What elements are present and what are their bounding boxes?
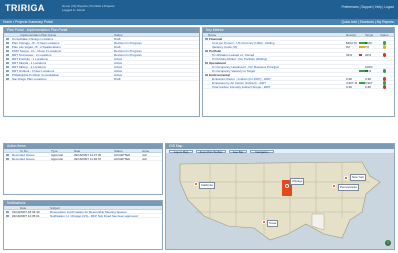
action-issue: null <box>142 157 147 161</box>
breadcrumb-bar: Home • Projects Summary Portal Quick Add… <box>0 19 398 25</box>
status-indicator-icon <box>383 85 387 89</box>
breadcrumb[interactable]: Home • Projects Summary Portal <box>3 20 53 24</box>
map-pin-new-york[interactable] <box>344 176 348 180</box>
notif-table-body: 03/19/2007 18:03:49 Reservation Confirmat… <box>4 210 162 218</box>
app-header: TRIRIGA Home | My Reports | Portfolio | … <box>0 0 398 19</box>
map-label-california: California <box>199 182 215 189</box>
map-layers-button[interactable]: Layers Map <box>169 149 193 154</box>
action-table-body: Recorded Issues Approval 09/16/2007 11:37:… <box>4 153 162 161</box>
plan-name-link[interactable]: San Diego Plan Locations <box>12 77 112 81</box>
row-checkbox[interactable] <box>6 61 9 65</box>
kpi-target: 0.38 <box>365 85 371 89</box>
row-checkbox[interactable] <box>6 214 9 218</box>
plan-panel-title-text: Plan Portal - Implementation Plan Portal <box>7 28 68 32</box>
quick-links[interactable]: Quick Add | Shortcuts | My Reports <box>341 20 394 24</box>
action-status: ACCEPTED <box>114 157 131 161</box>
map-label-texas: Texas <box>267 220 279 227</box>
tririga-logo: TRIRIGA <box>5 3 45 13</box>
map-label-chicago: Chicago <box>290 178 305 185</box>
map-label-pennsylvania: Pennsylvania <box>338 184 359 191</box>
app-root: TRIRIGA Home | My Reports | Portfolio | … <box>0 0 398 253</box>
expand-toggle[interactable] <box>205 73 208 77</box>
table-row: San Diego Plan Locations Draft <box>4 77 199 81</box>
header-line-2: Logged in: Admin <box>62 8 86 12</box>
kpi-progress-bar <box>359 53 362 57</box>
row-checkbox[interactable] <box>6 53 9 57</box>
kpi-name-link[interactable]: Total Carbon Intensity Indirect Scope - … <box>212 85 338 89</box>
row-checkbox[interactable] <box>6 73 9 77</box>
plan-table-body: Consolidate Chicago Locations Draft Plan C… <box>4 37 199 81</box>
notifications-panel: Notifications Date Subject 03/19/2007 18… <box>3 200 163 250</box>
kpi-panel-title-text: Key Metrics <box>206 28 224 32</box>
map-pin-chicago[interactable] <box>285 184 289 188</box>
table-row: 03/19/2007 14:35:01 Notification: H. Chic… <box>4 214 162 218</box>
notif-date: 03/19/2007 14:35:01 <box>12 214 40 218</box>
map-pin-texas[interactable] <box>262 220 266 224</box>
map-pin-california[interactable] <box>194 182 198 186</box>
map-navigation-button[interactable]: Navigation <box>250 149 274 154</box>
action-date: 09/16/2007 11:36:57 <box>74 157 102 161</box>
row-checkbox[interactable] <box>6 65 9 69</box>
action-todo-link[interactable]: Recorded Issues <box>12 157 35 161</box>
table-row: Recorded Issues Approval 09/16/2007 11:36:… <box>4 157 162 161</box>
map-label-new-york: New York <box>350 174 366 181</box>
row-checkbox[interactable] <box>6 77 9 81</box>
row-checkbox[interactable] <box>6 41 9 45</box>
kpi-result: 0.39 <box>346 85 352 89</box>
plan-status-link[interactable]: Draft <box>114 77 194 81</box>
map-canvas[interactable]: California New York Pennsylvania Chicago… <box>166 154 394 249</box>
row-checkbox[interactable] <box>6 210 9 214</box>
notif-panel-title-text: Notifications <box>7 201 26 205</box>
map-panel-title-text: GIS Map <box>169 144 183 148</box>
us-map-graphic <box>166 154 394 249</box>
kpi-table-body: Financial Cost per Person - US Currency (… <box>203 37 394 89</box>
expand-toggle[interactable] <box>205 37 208 41</box>
header-info: Home | My Reports | Portfolio | Projects… <box>62 4 115 12</box>
header-links[interactable]: Preferences | Support | Help | Logout <box>342 5 394 9</box>
row-checkbox[interactable] <box>6 49 9 53</box>
key-metrics-panel: Key Metrics Name Results Target Status F… <box>202 27 395 117</box>
action-type: Approval <box>51 157 63 161</box>
row-checkbox[interactable] <box>6 157 9 161</box>
row-checkbox[interactable] <box>6 45 9 49</box>
row-checkbox[interactable] <box>6 69 9 73</box>
notif-subject-link[interactable]: Notification: H. Chicago (US) - RFP Suit… <box>50 214 162 218</box>
expand-toggle[interactable] <box>205 49 208 53</box>
action-panel-title-text: Action Items <box>7 144 26 148</box>
row-checkbox[interactable] <box>6 153 9 157</box>
gis-map-panel: GIS Map Layers Map Zoom Pan Toolbar Geo … <box>165 143 395 250</box>
map-geobar-button[interactable]: Geo Bar <box>229 149 247 154</box>
plan-portal-panel: Plan Portal - Implementation Plan Portal… <box>3 27 200 117</box>
action-items-panel: Action Items To Do Type Date Status Issu… <box>3 143 163 195</box>
kpi-row: Total Carbon Intensity Indirect Scope - … <box>203 85 394 89</box>
map-zoom-pan-button[interactable]: Zoom Pan Toolbar <box>196 149 226 154</box>
help-icon[interactable]: ? <box>385 240 391 246</box>
row-checkbox[interactable] <box>6 57 9 61</box>
map-pin-pennsylvania[interactable] <box>332 184 336 188</box>
row-checkbox[interactable] <box>6 37 9 41</box>
expand-toggle[interactable] <box>205 61 208 65</box>
